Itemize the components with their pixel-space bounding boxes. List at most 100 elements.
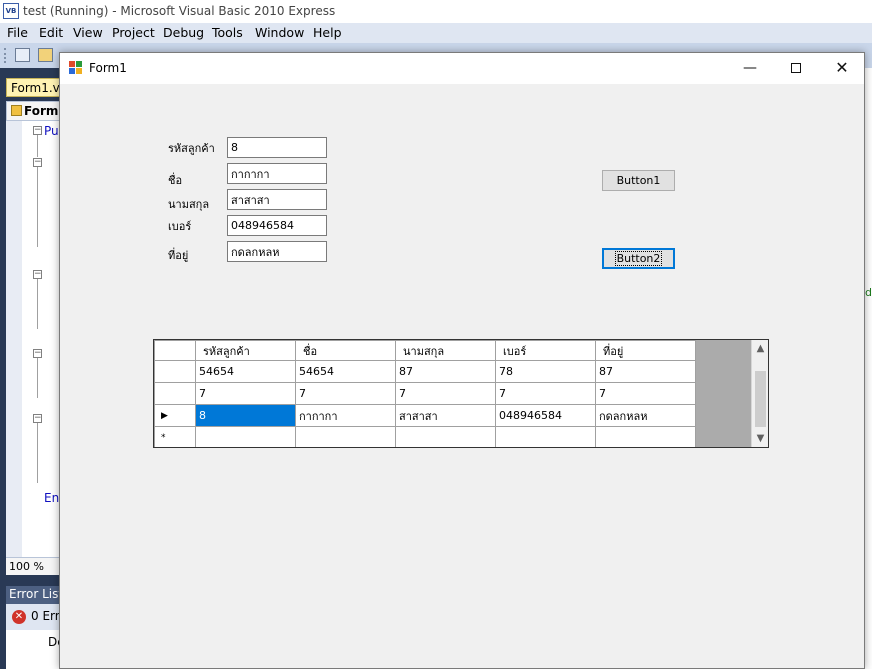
code-public-keyword: Pu xyxy=(44,124,59,138)
grid-cell[interactable] xyxy=(495,426,596,447)
menu-window[interactable]: Window xyxy=(255,25,304,40)
minimize-button[interactable]: — xyxy=(727,53,773,84)
grid-cell[interactable] xyxy=(195,426,296,447)
label-first-name: ชื่อ xyxy=(168,174,183,187)
menu-edit[interactable]: Edit xyxy=(39,25,63,40)
grid-cell[interactable]: กากากา xyxy=(295,404,396,427)
button2[interactable]: Button2 xyxy=(602,248,675,269)
grid-cell[interactable]: 7 xyxy=(495,382,596,405)
grid-cell[interactable] xyxy=(295,426,396,447)
form1-title: Form1 xyxy=(89,61,127,75)
table-row-current[interactable]: ▶ 8 กากากา สาสาสา 048946584 กดลกหลห xyxy=(154,404,696,427)
class-selector-label: Form xyxy=(24,104,59,118)
row-header[interactable] xyxy=(154,382,196,405)
collapse-icon[interactable]: − xyxy=(33,414,42,423)
form1-title-bar[interactable]: Form1 — ✕ xyxy=(60,53,864,84)
label-last-name: นามสกุล xyxy=(168,198,210,211)
menu-file[interactable]: File xyxy=(7,25,28,40)
ide-window-title: test (Running) - Microsoft Visual Basic … xyxy=(23,4,336,18)
grid-header-row: รหัสลูกค้า ชื่อ นามสกุล เบอร์ ที่อยู่ xyxy=(154,340,696,361)
button2-label: Button2 xyxy=(614,251,663,266)
maximize-button[interactable] xyxy=(773,53,819,84)
errors-filter-button[interactable]: 0 Errors xyxy=(31,609,60,623)
grid-cell[interactable]: 048946584 xyxy=(495,404,596,427)
error-list-toolbar: ✕ 0 Errors xyxy=(6,604,60,630)
menu-debug[interactable]: Debug xyxy=(163,25,204,40)
grid-cell[interactable]: 54654 xyxy=(195,360,296,383)
grid-cell[interactable] xyxy=(395,426,496,447)
grid-cell[interactable]: 87 xyxy=(395,360,496,383)
collapse-icon[interactable]: − xyxy=(33,126,42,135)
scrollbar-thumb[interactable] xyxy=(755,371,766,427)
table-row-new[interactable]: * xyxy=(154,426,696,447)
ide-title-bar: VB test (Running) - Microsoft Visual Bas… xyxy=(0,0,872,23)
collapse-icon[interactable]: − xyxy=(33,270,42,279)
address-input[interactable] xyxy=(227,241,327,262)
new-row-icon[interactable]: * xyxy=(154,426,196,447)
menu-view[interactable]: View xyxy=(73,25,103,40)
ide-right-editor-strip: d xyxy=(864,68,872,669)
collapse-icon[interactable]: − xyxy=(33,158,42,167)
form-class-icon xyxy=(11,105,22,116)
grid-cell[interactable]: 7 xyxy=(395,382,496,405)
grid-cell[interactable]: 54654 xyxy=(295,360,396,383)
open-folder-icon[interactable] xyxy=(38,48,53,62)
menu-tools[interactable]: Tools xyxy=(212,25,243,40)
error-icon: ✕ xyxy=(12,610,26,624)
error-list-table: De xyxy=(6,630,60,669)
collapse-icon[interactable]: − xyxy=(33,349,42,358)
column-header-last-name[interactable]: นามสกุล xyxy=(395,340,496,361)
new-project-icon[interactable] xyxy=(15,48,30,62)
outline-line xyxy=(37,167,38,247)
column-header-first-name[interactable]: ชื่อ xyxy=(295,340,396,361)
close-button[interactable]: ✕ xyxy=(819,53,865,84)
editor-margin xyxy=(6,121,22,557)
toolbar-grip-icon[interactable] xyxy=(4,48,7,63)
row-header[interactable] xyxy=(154,360,196,383)
last-name-input[interactable] xyxy=(227,189,327,210)
column-header-customer-id[interactable]: รหัสลูกค้า xyxy=(195,340,296,361)
outline-line xyxy=(37,358,38,398)
table-row[interactable]: 7 7 7 7 7 xyxy=(154,382,696,405)
phone-input[interactable] xyxy=(227,215,327,236)
form-icon xyxy=(69,61,83,74)
grid-cell[interactable]: 7 xyxy=(195,382,296,405)
first-name-input[interactable] xyxy=(227,163,327,184)
grid-vertical-scrollbar[interactable]: ▲ ▼ xyxy=(751,340,768,447)
outline-line xyxy=(37,423,38,483)
grid-cell[interactable]: 87 xyxy=(595,360,696,383)
button1[interactable]: Button1 xyxy=(602,170,675,191)
grid-cell[interactable]: 78 xyxy=(495,360,596,383)
grid-cell[interactable] xyxy=(595,426,696,447)
grid-table: รหัสลูกค้า ชื่อ นามสกุล เบอร์ ที่อยู่ 54… xyxy=(154,340,696,447)
current-row-arrow-icon[interactable]: ▶ xyxy=(154,404,196,427)
zoom-level[interactable]: 100 % xyxy=(6,557,60,575)
code-editor[interactable]: − − − − − Pu End xyxy=(6,121,67,557)
ide-menu-bar: File Edit View Project Debug Tools Windo… xyxy=(0,23,872,43)
outline-line xyxy=(37,135,38,157)
grid-cell[interactable]: 7 xyxy=(295,382,396,405)
customer-id-input[interactable] xyxy=(227,137,327,158)
grid-cell-selected[interactable]: 8 xyxy=(195,404,296,427)
menu-help[interactable]: Help xyxy=(313,25,342,40)
grid-cell[interactable]: กดลกหลห xyxy=(595,404,696,427)
error-list-title: Error List xyxy=(6,586,60,604)
grid-cell[interactable]: สาสาสา xyxy=(395,404,496,427)
menu-project[interactable]: Project xyxy=(112,25,155,40)
customer-data-grid[interactable]: รหัสลูกค้า ชื่อ นามสกุล เบอร์ ที่อยู่ 54… xyxy=(153,339,769,448)
scroll-down-arrow-icon[interactable]: ▼ xyxy=(752,430,768,447)
label-phone: เบอร์ xyxy=(168,220,192,233)
column-header-address[interactable]: ที่อยู่ xyxy=(595,340,696,361)
form1-window: Form1 — ✕ รหัสลูกค้า ชื่อ นามสกุล เบอร์ … xyxy=(59,52,865,669)
grid-cell[interactable]: 7 xyxy=(595,382,696,405)
scroll-up-arrow-icon[interactable]: ▲ xyxy=(752,340,768,357)
document-tab-form1-vb[interactable]: Form1.vb xyxy=(6,78,60,97)
grid-corner-header[interactable] xyxy=(154,340,196,361)
code-fragment: d xyxy=(865,286,872,299)
code-navigation-bar[interactable]: Form xyxy=(6,101,60,121)
vb-logo-icon: VB xyxy=(3,3,19,19)
table-row[interactable]: 54654 54654 87 78 87 xyxy=(154,360,696,383)
outline-line xyxy=(37,279,38,329)
column-header-phone[interactable]: เบอร์ xyxy=(495,340,596,361)
maximize-icon xyxy=(791,63,801,73)
